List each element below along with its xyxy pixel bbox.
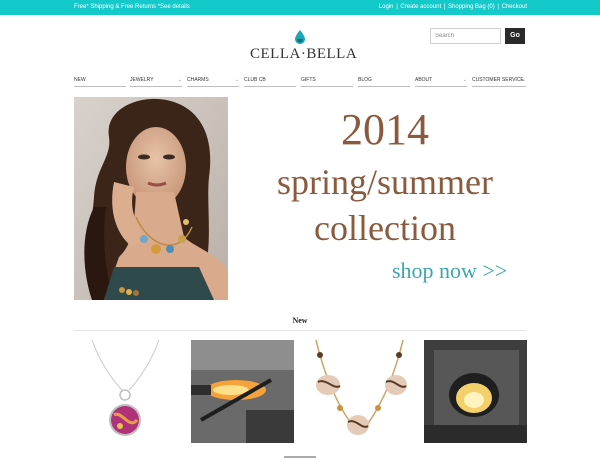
nav-item-customer-service[interactable]: Customer Service ⌄ bbox=[472, 77, 526, 87]
nav-item-blog[interactable]: Blog bbox=[358, 77, 410, 87]
new-section-title: New bbox=[292, 316, 308, 325]
glass-torch-image bbox=[191, 340, 294, 443]
nav-item-jewelry[interactable]: Jewelry ⌄ bbox=[130, 77, 182, 87]
chevron-down-icon: ⌄ bbox=[177, 77, 182, 83]
nav-item-club-cb[interactable]: Club CB bbox=[244, 77, 296, 87]
chevron-down-icon: ⌄ bbox=[462, 77, 467, 83]
section-divider bbox=[74, 330, 526, 331]
shipping-promo-link[interactable]: Free* Shipping & Free Returns *See detai… bbox=[74, 2, 190, 12]
checkout-link[interactable]: Checkout bbox=[502, 4, 527, 10]
separator: | bbox=[443, 4, 446, 10]
shop-now-link[interactable]: shop now >> bbox=[392, 258, 507, 284]
product-tile-pendant[interactable] bbox=[74, 340, 177, 443]
product-tile-beaded-necklace[interactable] bbox=[308, 340, 411, 443]
nav-item-label: Customer Service bbox=[472, 77, 524, 83]
nav-item-label: Club CB bbox=[244, 77, 266, 83]
nav-item-label: About bbox=[415, 77, 433, 83]
nav-item-new[interactable]: New bbox=[74, 77, 126, 87]
nav-item-label: New bbox=[74, 77, 86, 83]
separator: | bbox=[497, 4, 499, 10]
chevron-down-icon: ⌄ bbox=[234, 77, 239, 83]
nav-item-about[interactable]: About ⌄ bbox=[415, 77, 467, 87]
model-wearing-necklace-image bbox=[74, 97, 228, 300]
chevron-down-icon: ⌄ bbox=[521, 77, 526, 83]
product-tile-glass-torch[interactable] bbox=[191, 340, 294, 443]
logo-text: CELLA·BELLA bbox=[250, 46, 358, 62]
nav-item-label: Jewelry bbox=[130, 77, 154, 83]
nav-item-label: Blog bbox=[358, 77, 372, 83]
hero-year: 2014 bbox=[341, 105, 429, 154]
search-go-button[interactable]: Go bbox=[505, 28, 525, 44]
account-links: Login | Create account | Shopping Bag (0… bbox=[379, 2, 527, 12]
pendant-necklace-image bbox=[74, 340, 177, 443]
nav-item-label: Charms bbox=[187, 77, 209, 83]
nav-item-label: Gifts bbox=[301, 77, 316, 83]
top-bar: Free* Shipping & Free Returns *See detai… bbox=[0, 0, 600, 15]
hero-season: spring/summer bbox=[277, 162, 493, 202]
main-nav: New Jewelry ⌄ Charms ⌄ Club CB Gifts Blo… bbox=[74, 77, 526, 89]
furnace-image bbox=[424, 340, 527, 443]
hero-model-image[interactable] bbox=[74, 97, 228, 300]
site-logo[interactable]: CELLA·BELLA bbox=[250, 30, 358, 66]
product-tile-furnace[interactable] bbox=[424, 340, 527, 443]
hero-collection: collection bbox=[314, 208, 456, 248]
water-drop-icon bbox=[295, 30, 305, 44]
separator: | bbox=[396, 4, 398, 10]
scroll-indicator bbox=[284, 456, 316, 458]
login-link[interactable]: Login bbox=[379, 4, 394, 10]
nav-item-charms[interactable]: Charms ⌄ bbox=[187, 77, 239, 87]
search-input[interactable] bbox=[430, 28, 501, 44]
shopping-bag-link[interactable]: Shopping Bag (0) bbox=[448, 4, 495, 10]
create-account-link[interactable]: Create account bbox=[400, 4, 441, 10]
nav-item-gifts[interactable]: Gifts bbox=[301, 77, 353, 87]
beaded-necklace-image bbox=[308, 340, 411, 443]
